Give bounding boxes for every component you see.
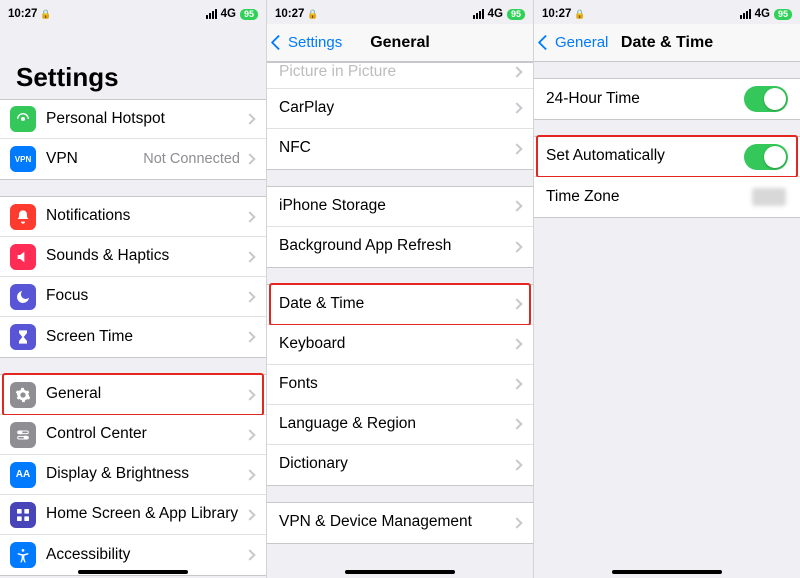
chevron-right-icon — [244, 251, 255, 262]
chevron-right-icon — [511, 459, 522, 470]
chevron-right-icon — [511, 241, 522, 252]
page-title: Date & Time — [621, 34, 713, 52]
chevron-right-icon — [244, 549, 255, 560]
chevron-right-icon — [511, 143, 522, 154]
row-date-time[interactable]: Date & Time — [267, 285, 533, 325]
row-vpn-device-mgmt[interactable]: VPN & Device Management — [267, 503, 533, 543]
status-time: 10:27 — [8, 8, 37, 20]
row-carplay[interactable]: CarPlay — [267, 89, 533, 129]
status-bar: 10:27 🔒 4G 95 — [0, 4, 266, 24]
chevron-right-icon — [511, 338, 522, 349]
lock-icon: 🔒 — [40, 9, 51, 20]
home-indicator[interactable] — [612, 570, 722, 574]
home-indicator[interactable] — [78, 570, 188, 574]
row-keyboard[interactable]: Keyboard — [267, 325, 533, 365]
chevron-right-icon — [244, 469, 255, 480]
chevron-right-icon — [244, 331, 255, 342]
row-set-automatically[interactable]: Set Automatically — [534, 137, 800, 177]
lock-icon: 🔒 — [574, 9, 585, 20]
chevron-right-icon — [511, 298, 522, 309]
row-general[interactable]: General — [0, 375, 266, 415]
general-screen: 10:27 🔒 4G 95 Settings General Picture i… — [267, 0, 534, 578]
chevron-right-icon — [511, 102, 522, 113]
vpn-icon: VPN — [10, 146, 36, 172]
row-control-center[interactable]: Control Center — [0, 415, 266, 455]
status-bar: 10:27 🔒 4G 95 — [534, 4, 800, 24]
nav-bar: General Date & Time — [534, 24, 800, 62]
accessibility-icon — [10, 542, 36, 568]
row-home-screen[interactable]: Home Screen & App Library — [0, 495, 266, 535]
chevron-right-icon — [244, 509, 255, 520]
signal-icon — [473, 9, 484, 19]
nav-bar: Settings General — [267, 24, 533, 62]
row-nfc[interactable]: NFC — [267, 129, 533, 169]
row-dictionary[interactable]: Dictionary — [267, 445, 533, 485]
chevron-left-icon — [538, 35, 554, 51]
network-label: 4G — [221, 8, 236, 20]
settings-list[interactable]: Personal Hotspot VPN VPN Not Connected N… — [0, 99, 266, 578]
row-screen-time[interactable]: Screen Time — [0, 317, 266, 357]
page-title: General — [370, 34, 430, 52]
bell-icon — [10, 204, 36, 230]
status-time: 10:27 — [542, 8, 571, 20]
gear-icon — [10, 382, 36, 408]
brightness-icon: AA — [10, 462, 36, 488]
row-focus[interactable]: Focus — [0, 277, 266, 317]
chevron-right-icon — [244, 291, 255, 302]
hourglass-icon — [10, 324, 36, 350]
row-pip[interactable]: Picture in Picture — [267, 63, 533, 89]
network-label: 4G — [755, 8, 770, 20]
switch-set-automatically[interactable] — [744, 144, 788, 170]
settings-screen: 10:27 🔒 4G 95 Settings Personal Hotspot … — [0, 0, 267, 578]
chevron-right-icon — [244, 389, 255, 400]
date-time-screen: 10:27 🔒 4G 95 General Date & Time 24-Hou… — [534, 0, 800, 578]
chevron-right-icon — [511, 418, 522, 429]
moon-icon — [10, 284, 36, 310]
row-accessibility[interactable]: Accessibility — [0, 535, 266, 575]
back-button[interactable]: General — [540, 24, 608, 61]
chevron-right-icon — [511, 517, 522, 528]
row-notifications[interactable]: Notifications — [0, 197, 266, 237]
row-background-app-refresh[interactable]: Background App Refresh — [267, 227, 533, 267]
switch-24-hour[interactable] — [744, 86, 788, 112]
page-title: Settings — [0, 62, 266, 99]
row-display-brightness[interactable]: AA Display & Brightness — [0, 455, 266, 495]
row-sounds-haptics[interactable]: Sounds & Haptics — [0, 237, 266, 277]
back-button[interactable]: Settings — [273, 24, 342, 61]
chevron-right-icon — [244, 429, 255, 440]
battery-icon: 95 — [507, 9, 525, 20]
chevron-right-icon — [244, 211, 255, 222]
hotspot-icon — [10, 106, 36, 132]
switches-icon — [10, 422, 36, 448]
chevron-right-icon — [244, 153, 255, 164]
status-time: 10:27 — [275, 8, 304, 20]
date-time-list[interactable]: 24-Hour Time Set Automatically Time Zone — [534, 62, 800, 578]
nav-bar — [0, 24, 266, 62]
vpn-status: Not Connected — [143, 151, 240, 167]
row-fonts[interactable]: Fonts — [267, 365, 533, 405]
network-label: 4G — [488, 8, 503, 20]
signal-icon — [740, 9, 751, 19]
timezone-value-blurred — [752, 188, 786, 206]
battery-icon: 95 — [240, 9, 258, 20]
general-list[interactable]: Picture in Picture CarPlay NFC iPhone St… — [267, 62, 533, 578]
grid-icon — [10, 502, 36, 528]
chevron-right-icon — [511, 378, 522, 389]
chevron-right-icon — [511, 67, 522, 78]
chevron-left-icon — [271, 35, 287, 51]
row-24-hour-time[interactable]: 24-Hour Time — [534, 79, 800, 119]
lock-icon: 🔒 — [307, 9, 318, 20]
row-language-region[interactable]: Language & Region — [267, 405, 533, 445]
chevron-right-icon — [244, 113, 255, 124]
row-personal-hotspot[interactable]: Personal Hotspot — [0, 100, 266, 139]
status-bar: 10:27 🔒 4G 95 — [267, 4, 533, 24]
chevron-right-icon — [511, 200, 522, 211]
home-indicator[interactable] — [345, 570, 455, 574]
row-vpn[interactable]: VPN VPN Not Connected — [0, 139, 266, 179]
battery-icon: 95 — [774, 9, 792, 20]
row-iphone-storage[interactable]: iPhone Storage — [267, 187, 533, 227]
row-time-zone[interactable]: Time Zone — [534, 177, 800, 217]
speaker-icon — [10, 244, 36, 270]
signal-icon — [206, 9, 217, 19]
